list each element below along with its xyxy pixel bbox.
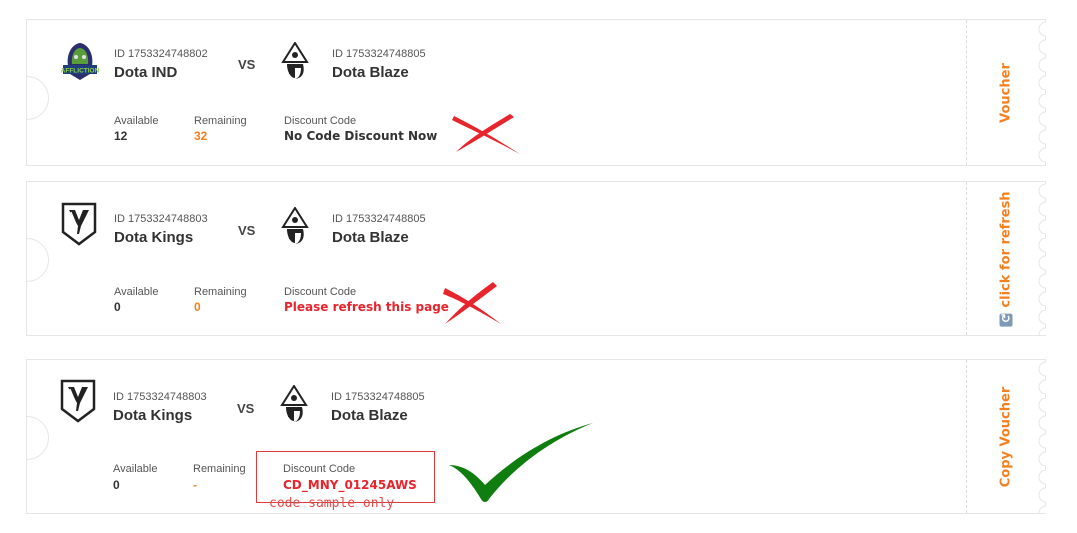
discount-code-label: Discount Code xyxy=(283,463,356,475)
remaining-value: - xyxy=(193,478,197,492)
available-value: 12 xyxy=(114,129,128,143)
code-sample-note: code sample only xyxy=(269,496,395,511)
remaining-label: Remaining xyxy=(194,115,247,127)
refresh-stub[interactable]: click for refresh xyxy=(966,182,1046,335)
discount-code-value[interactable]: CD_MNY_01245AWS xyxy=(283,478,417,492)
copy-voucher-button[interactable]: Copy Voucher xyxy=(999,386,1014,487)
team-b-id: ID 1753324748805 xyxy=(332,213,426,225)
voucher-card-2: ID 1753324748803 Dota Kings VS ID 175332… xyxy=(26,181,1046,336)
team-logo-affliction: AFFLICTION xyxy=(60,40,100,82)
team-b-id: ID 1753324748805 xyxy=(332,48,426,60)
discount-code-value: Please refresh this page xyxy=(284,300,449,314)
team-a-id: ID 1753324748803 xyxy=(113,391,207,403)
vs-label: VS xyxy=(238,223,256,238)
scallop-edge xyxy=(1032,20,1046,165)
remaining-label: Remaining xyxy=(193,463,246,475)
discount-code-value: No Code Discount Now xyxy=(284,129,438,143)
team-logo-blaze xyxy=(281,41,309,80)
team-b-name: Dota Blaze xyxy=(332,64,409,81)
team-b-name: Dota Blaze xyxy=(332,229,409,246)
available-label: Available xyxy=(114,115,159,127)
team-b-id: ID 1753324748805 xyxy=(331,391,425,403)
vs-label: VS xyxy=(238,57,256,72)
team-a-name: Dota Kings xyxy=(114,229,194,246)
scallop-edge xyxy=(1032,182,1046,335)
svg-text:AFFLICTION: AFFLICTION xyxy=(61,68,100,75)
discount-code-label: Discount Code xyxy=(284,115,357,127)
refresh-button[interactable]: click for refresh xyxy=(999,191,1014,327)
voucher-card-3: ID 1753324748803 Dota Kings VS ID 175332… xyxy=(26,359,1046,514)
refresh-icon[interactable] xyxy=(999,313,1013,327)
team-a-id: ID 1753324748802 xyxy=(114,48,208,60)
available-label: Available xyxy=(113,463,158,475)
voucher-stub-label[interactable]: Voucher xyxy=(999,63,1014,123)
team-a-id: ID 1753324748803 xyxy=(114,213,208,225)
team-logo-kings xyxy=(60,379,96,423)
red-cross-icon xyxy=(452,114,520,154)
remaining-value: 0 xyxy=(194,300,201,314)
available-label: Available xyxy=(114,286,159,298)
green-check-icon xyxy=(449,423,593,502)
voucher-card-1: AFFLICTION ID 1753324748802 Dota IND VS … xyxy=(26,19,1046,166)
team-logo-kings xyxy=(61,202,97,246)
red-cross-icon xyxy=(443,282,501,324)
remaining-label: Remaining xyxy=(194,286,247,298)
vs-label: VS xyxy=(237,401,255,416)
available-value: 0 xyxy=(113,478,120,492)
available-value: 0 xyxy=(114,300,121,314)
team-a-name: Dota IND xyxy=(114,64,178,81)
scallop-edge xyxy=(1032,360,1046,513)
team-logo-blaze xyxy=(281,206,309,245)
voucher-stub[interactable]: Voucher xyxy=(966,20,1046,165)
discount-code-label: Discount Code xyxy=(284,286,357,298)
copy-voucher-stub[interactable]: Copy Voucher xyxy=(966,360,1046,513)
team-a-name: Dota Kings xyxy=(113,407,193,424)
team-b-name: Dota Blaze xyxy=(331,407,408,424)
team-logo-blaze xyxy=(280,384,308,423)
remaining-value: 32 xyxy=(194,129,208,143)
